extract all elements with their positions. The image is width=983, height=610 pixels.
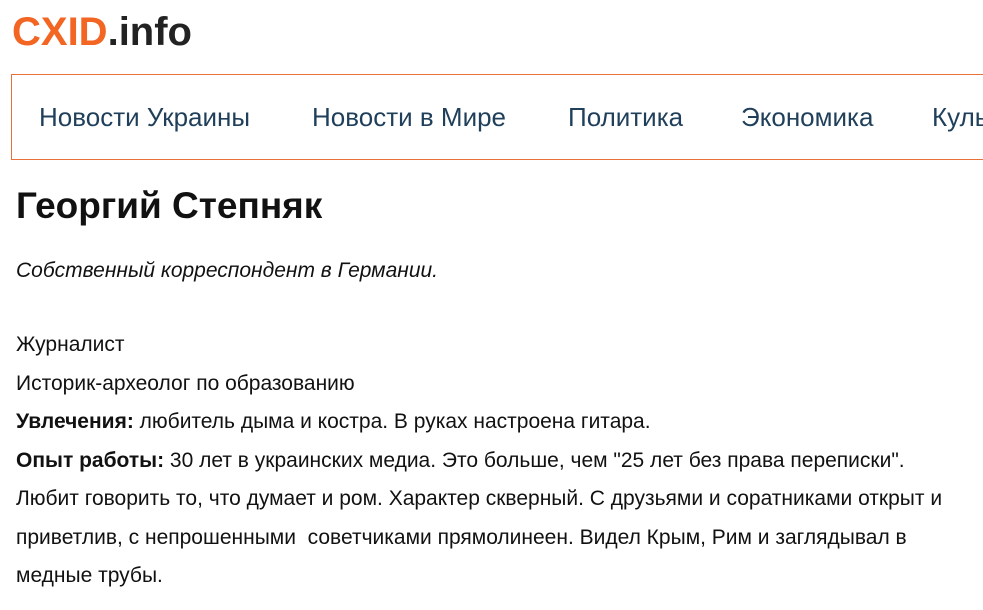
author-about: Любит говорить то, что думает и ром. Хар… xyxy=(16,487,948,587)
nav-item-culture[interactable]: Культура xyxy=(932,75,983,159)
nav-item-politics[interactable]: Политика xyxy=(568,75,683,159)
author-hobbies: Увлечения: любитель дыма и костра. В рук… xyxy=(16,403,976,442)
experience-text: 30 лет в украинских медиа. Это больше, ч… xyxy=(164,448,905,472)
author-profession: Журналист xyxy=(16,333,125,356)
main-nav: Новости Украины Новости в Мире Политика … xyxy=(11,74,983,160)
logo-tld: .info xyxy=(107,10,192,54)
hobbies-text: любитель дыма и костра. В руках настроен… xyxy=(133,410,651,433)
author-profile: Георгий Степняк Собственный корреспонден… xyxy=(16,180,976,596)
nav-item-ukraine-news[interactable]: Новости Украины xyxy=(39,75,250,159)
page-title: Георгий Степняк xyxy=(16,185,323,226)
author-experience: Опыт работы: 30 лет в украинских медиа. … xyxy=(16,442,976,481)
author-subtitle: Собственный корреспондент в Германии. xyxy=(16,259,439,282)
logo-brand: CXID xyxy=(12,10,108,54)
author-bio: Журналист Историк-археолог по образовани… xyxy=(16,326,976,596)
experience-label: Опыт работы: xyxy=(16,448,165,472)
site-logo[interactable]: CXID.info xyxy=(12,8,192,56)
hobbies-label: Увлечения: xyxy=(16,410,134,433)
author-education: Историк-археолог по образованию xyxy=(16,371,355,395)
nav-item-world-news[interactable]: Новости в Мире xyxy=(312,75,506,159)
nav-item-economy[interactable]: Экономика xyxy=(741,75,873,159)
